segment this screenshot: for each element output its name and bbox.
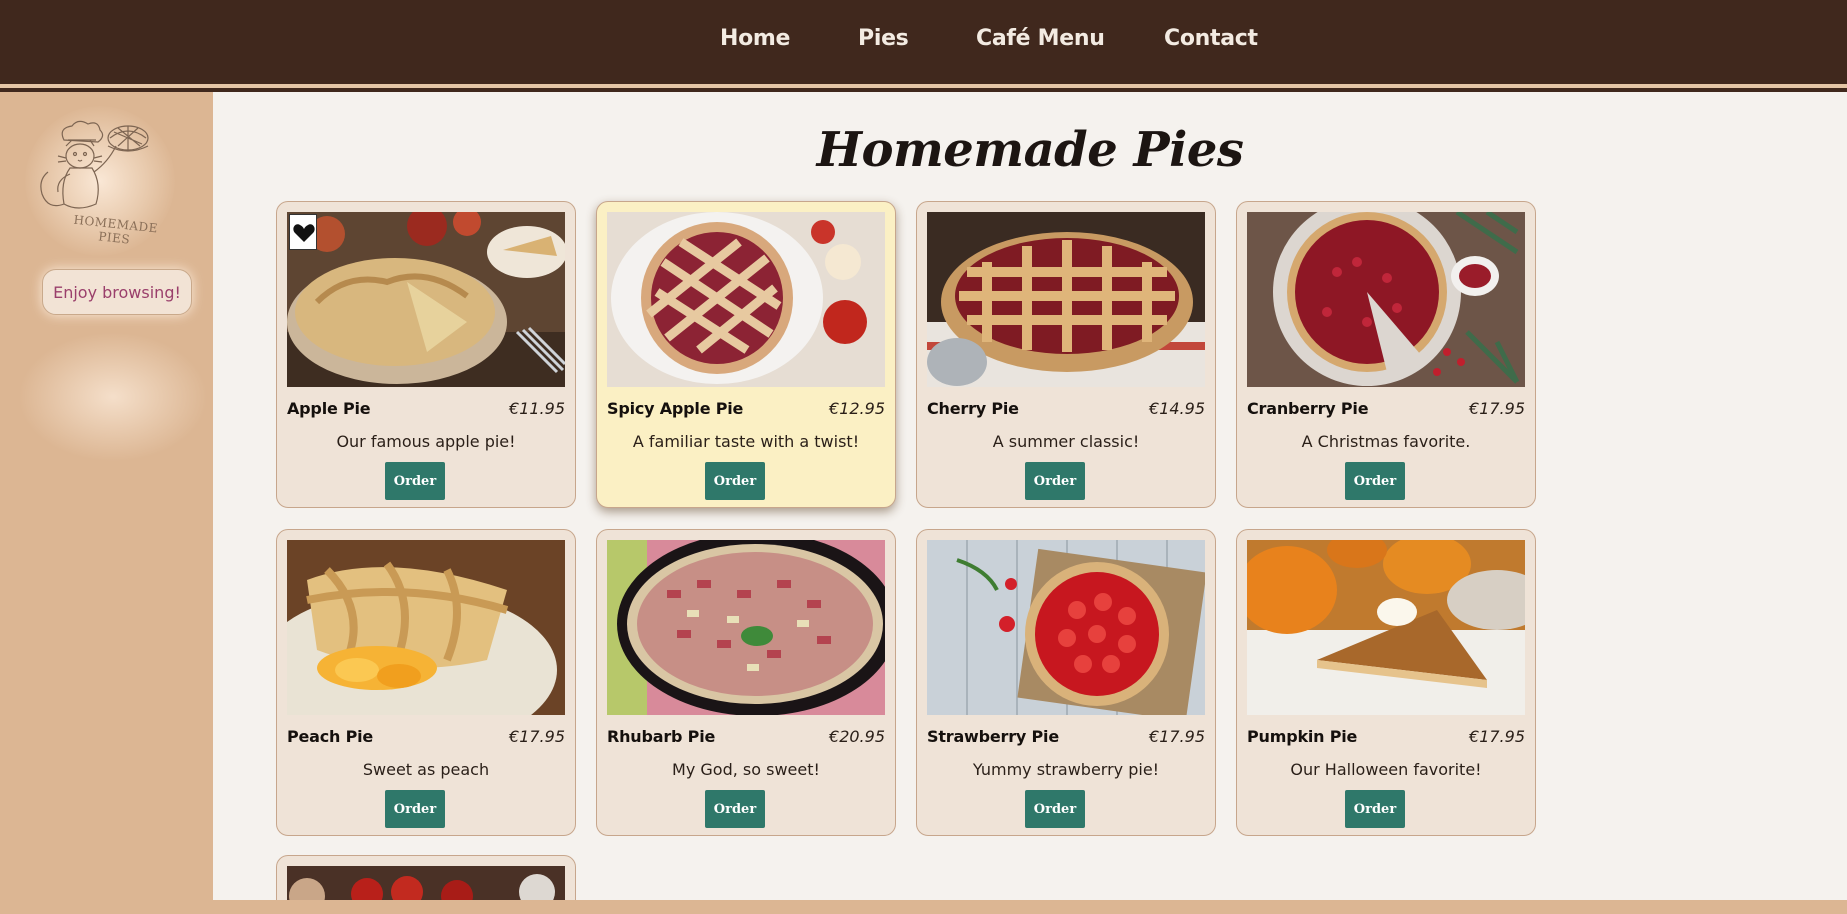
pie-name: Pumpkin Pie [1247, 727, 1358, 746]
pie-card: Strawberry Pie €17.95 Yummy strawberry p… [916, 529, 1216, 836]
pie-price: €17.95 [509, 727, 565, 746]
order-button[interactable]: Order [1025, 790, 1085, 828]
top-navigation: Home Pies Café Menu Contact [0, 0, 1847, 84]
order-button[interactable]: Order [1345, 790, 1405, 828]
pie-card: Peach Pie €17.95 Sweet as peach Order [276, 529, 576, 836]
enjoy-browsing-badge: Enjoy browsing! [42, 269, 192, 315]
order-button[interactable]: Order [1345, 462, 1405, 500]
pie-description: A summer classic! [992, 432, 1140, 451]
nav-pies-link[interactable]: Pies [858, 26, 909, 51]
bottom-strip [213, 900, 1847, 914]
pie-name: Strawberry Pie [927, 727, 1059, 746]
pie-card-partial [276, 855, 576, 900]
pie-price: €20.95 [829, 727, 885, 746]
pie-card: Apple Pie €11.95 Our famous apple pie! O… [276, 201, 576, 508]
pie-price: €12.95 [829, 399, 885, 418]
pie-image[interactable] [287, 540, 565, 715]
pie-name: Peach Pie [287, 727, 374, 746]
pie-description: Our Halloween favorite! [1290, 760, 1482, 779]
pie-card: Spicy Apple Pie €12.95 A familiar taste … [596, 201, 896, 508]
pie-price: €17.95 [1149, 727, 1205, 746]
pie-image[interactable] [1247, 540, 1525, 715]
pie-image[interactable] [607, 540, 885, 715]
pie-image[interactable] [287, 212, 565, 387]
pie-image[interactable] [927, 212, 1205, 387]
order-button[interactable]: Order [1025, 462, 1085, 500]
pie-description: Our famous apple pie! [336, 432, 516, 451]
nav-cafe-menu-link[interactable]: Café Menu [976, 26, 1105, 51]
order-button[interactable]: Order [705, 462, 765, 500]
pie-name: Cranberry Pie [1247, 399, 1369, 418]
pie-price: €17.95 [1469, 399, 1525, 418]
favorite-heart-toggle[interactable] [289, 214, 317, 250]
pie-name: Rhubarb Pie [607, 727, 716, 746]
pie-name: Apple Pie [287, 399, 371, 418]
pie-card: Pumpkin Pie €17.95 Our Halloween favorit… [1236, 529, 1536, 836]
pie-name: Cherry Pie [927, 399, 1019, 418]
pie-description: My God, so sweet! [672, 760, 820, 779]
heart-icon [293, 224, 315, 242]
order-button[interactable]: Order [385, 790, 445, 828]
main-content: Homemade Pies Apple Pie €11.95 Our famou… [213, 92, 1847, 900]
order-button[interactable]: Order [705, 790, 765, 828]
pie-card: Cherry Pie €14.95 A summer classic! Orde… [916, 201, 1216, 508]
pie-name: Spicy Apple Pie [607, 399, 744, 418]
pie-price: €14.95 [1149, 399, 1205, 418]
nav-home-link[interactable]: Home [720, 26, 790, 51]
pie-card: Cranberry Pie €17.95 A Christmas favorit… [1236, 201, 1536, 508]
pie-image[interactable] [927, 540, 1205, 715]
pie-description: Yummy strawberry pie! [972, 760, 1160, 779]
pie-description: Sweet as peach [362, 760, 490, 779]
pie-image[interactable] [1247, 212, 1525, 387]
pie-image[interactable] [607, 212, 885, 387]
pie-image[interactable] [287, 866, 565, 900]
order-button[interactable]: Order [385, 462, 445, 500]
sidebar: HOMEMADE PIES Enjoy browsing! [0, 92, 213, 914]
pie-description: A Christmas favorite. [1301, 432, 1471, 451]
enjoy-glow [18, 332, 208, 462]
pie-card: Rhubarb Pie €20.95 My God, so sweet! Ord… [596, 529, 896, 836]
pie-price: €11.95 [509, 399, 565, 418]
nav-contact-link[interactable]: Contact [1164, 26, 1258, 51]
pie-price: €17.95 [1469, 727, 1525, 746]
page-title: Homemade Pies [816, 122, 1244, 178]
pie-description: A familiar taste with a twist! [632, 432, 860, 451]
